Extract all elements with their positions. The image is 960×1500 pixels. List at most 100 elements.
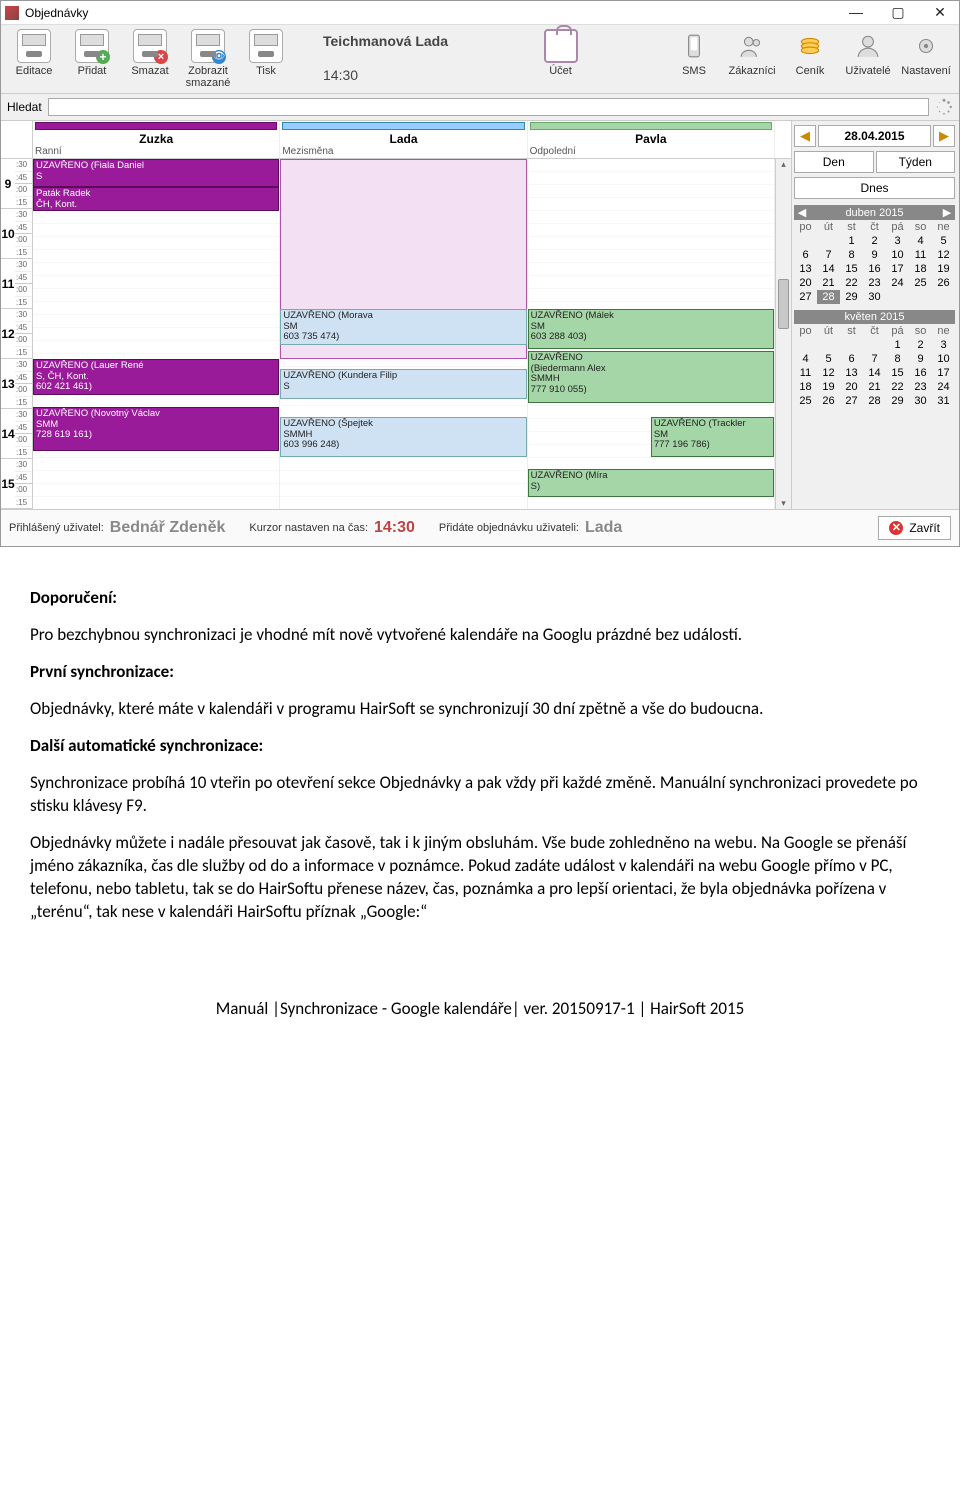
- calendar-column[interactable]: UZAVŘENO (Fiala Daniel SPaták Radek ČH, …: [33, 159, 280, 509]
- calendar-day[interactable]: 30: [863, 290, 886, 304]
- calendar-day[interactable]: 27: [794, 290, 817, 304]
- calendar-day[interactable]: 13: [794, 262, 817, 276]
- calendar-day[interactable]: 21: [817, 276, 840, 290]
- calendar-day[interactable]: 28: [863, 394, 886, 408]
- appointment[interactable]: Paták Radek ČH, Kont.: [33, 187, 279, 211]
- close-button[interactable]: ✕ Zavřít: [878, 516, 951, 540]
- zobrazit-smazane-button[interactable]: 👁 Zobrazit smazané: [179, 27, 237, 93]
- calendar-day[interactable]: 1: [840, 234, 863, 248]
- calendar-day[interactable]: 26: [817, 394, 840, 408]
- calendar-day[interactable]: 14: [817, 262, 840, 276]
- calendar-day[interactable]: 2: [909, 338, 932, 352]
- scroll-up-icon[interactable]: ▴: [776, 159, 791, 170]
- sms-button[interactable]: SMS: [665, 27, 723, 93]
- search-input[interactable]: [48, 98, 929, 116]
- nastaveni-button[interactable]: Nastavení: [897, 27, 955, 93]
- calendar-day[interactable]: 12: [932, 248, 955, 262]
- calendar-day[interactable]: 5: [817, 352, 840, 366]
- calendar-day[interactable]: 9: [909, 352, 932, 366]
- calendar-day[interactable]: 11: [794, 366, 817, 380]
- zakaznici-button[interactable]: Zákazníci: [723, 27, 781, 93]
- calendar-day[interactable]: 20: [794, 276, 817, 290]
- calendar-day[interactable]: 1: [886, 338, 909, 352]
- calendar-day[interactable]: 15: [840, 262, 863, 276]
- calendar-day[interactable]: 3: [932, 338, 955, 352]
- calendar-day[interactable]: 4: [909, 234, 932, 248]
- appointment[interactable]: UZAVŘENO (Novotný Václav SMM 728 619 161…: [33, 407, 279, 451]
- calendar-day[interactable]: 5: [932, 234, 955, 248]
- appointment[interactable]: UZAVŘENO (Morava SM 603 735 474): [280, 309, 526, 345]
- calendar-day[interactable]: 10: [932, 352, 955, 366]
- minimize-button[interactable]: —: [841, 4, 871, 21]
- calendar-column[interactable]: UZAVŘENO (Málek SM 603 288 403)UZAVŘENO …: [528, 159, 775, 509]
- prev-day-button[interactable]: ◀: [794, 125, 816, 147]
- ucet-button[interactable]: Účet: [532, 27, 590, 93]
- calendar-day[interactable]: 25: [794, 394, 817, 408]
- calendar-column[interactable]: UZAVŘENO (Morava SM 603 735 474) UZAVŘENO…: [280, 159, 527, 509]
- calendar-day[interactable]: 31: [932, 394, 955, 408]
- calendar-day[interactable]: 30: [909, 394, 932, 408]
- appointment[interactable]: UZAVŘENO (Málek SM 603 288 403): [528, 309, 774, 349]
- calendar-day[interactable]: 15: [886, 366, 909, 380]
- calendar-day[interactable]: 17: [886, 262, 909, 276]
- scroll-thumb[interactable]: [778, 279, 789, 329]
- appointment[interactable]: UZAVŘENO (Biedermann Alex SMMH 777 910 0…: [528, 351, 774, 403]
- today-button[interactable]: Dnes: [794, 177, 955, 199]
- appointment[interactable]: UZAVŘENO (Kundera Filip S: [280, 369, 526, 399]
- calendar-day[interactable]: 13: [840, 366, 863, 380]
- calendar-body[interactable]: 9 :30 :45 :00 :15 10 :30 :45 :00 :15 11 …: [1, 159, 791, 509]
- calendar-day[interactable]: 22: [886, 380, 909, 394]
- appointment[interactable]: UZAVŘENO (Lauer René S, ČH, Kont. 602 42…: [33, 359, 279, 395]
- calendar-day[interactable]: 29: [886, 394, 909, 408]
- calendar-day[interactable]: 4: [794, 352, 817, 366]
- calendar-day[interactable]: 19: [932, 262, 955, 276]
- calendar-day[interactable]: 25: [909, 276, 932, 290]
- calendar-day[interactable]: 27: [840, 394, 863, 408]
- calendar-day[interactable]: 26: [932, 276, 955, 290]
- calendar-column-header[interactable]: Lada Mezisměna: [280, 121, 527, 158]
- calendar-columns[interactable]: UZAVŘENO (Fiala Daniel SPaták Radek ČH, …: [33, 159, 775, 509]
- prev-month-icon[interactable]: ◀: [794, 206, 810, 219]
- current-date[interactable]: 28.04.2015: [818, 125, 931, 147]
- calendar-column-header[interactable]: Zuzka Ranní: [33, 121, 280, 158]
- calendar-day[interactable]: 11: [909, 248, 932, 262]
- next-day-button[interactable]: ▶: [933, 125, 955, 147]
- calendar-day[interactable]: 19: [817, 380, 840, 394]
- calendar-day[interactable]: 12: [817, 366, 840, 380]
- calendar-day[interactable]: 16: [863, 262, 886, 276]
- smazat-button[interactable]: × Smazat: [121, 27, 179, 93]
- calendar-day[interactable]: 17: [932, 366, 955, 380]
- pridat-button[interactable]: + Přidat: [63, 27, 121, 93]
- close-window-button[interactable]: ✕: [925, 4, 955, 21]
- calendar-day[interactable]: 20: [840, 380, 863, 394]
- calendar-day[interactable]: 23: [909, 380, 932, 394]
- calendar-day[interactable]: 21: [863, 380, 886, 394]
- calendar-day[interactable]: 8: [840, 248, 863, 262]
- calendar-day[interactable]: 9: [863, 248, 886, 262]
- calendar-day[interactable]: 24: [886, 276, 909, 290]
- calendar-day[interactable]: 7: [817, 248, 840, 262]
- scrollbar-vertical[interactable]: ▴ ▾: [775, 159, 791, 509]
- maximize-button[interactable]: ▢: [883, 4, 913, 21]
- calendar-day[interactable]: 29: [840, 290, 863, 304]
- calendar-day[interactable]: 6: [794, 248, 817, 262]
- calendar-day[interactable]: 23: [863, 276, 886, 290]
- calendar-column-header[interactable]: Pavla Odpolední: [528, 121, 775, 158]
- appointment[interactable]: UZAVŘENO (Míra S): [528, 469, 774, 497]
- view-week-button[interactable]: Týden: [876, 151, 956, 173]
- scroll-down-icon[interactable]: ▾: [776, 498, 791, 509]
- next-month-icon[interactable]: ▶: [939, 206, 955, 219]
- calendar-day[interactable]: 3: [886, 234, 909, 248]
- calendar-day[interactable]: 18: [909, 262, 932, 276]
- calendar-day[interactable]: 10: [886, 248, 909, 262]
- calendar-day[interactable]: 14: [863, 366, 886, 380]
- calendar-day[interactable]: 8: [886, 352, 909, 366]
- calendar-day[interactable]: 18: [794, 380, 817, 394]
- appointment[interactable]: UZAVŘENO (Fiala Daniel S: [33, 159, 279, 187]
- calendar-day[interactable]: 22: [840, 276, 863, 290]
- appointment[interactable]: UZAVŘENO (Trackler SM 777 196 786): [651, 417, 774, 457]
- calendar-day[interactable]: 2: [863, 234, 886, 248]
- calendar-day[interactable]: 28: [817, 290, 840, 304]
- uzivatele-button[interactable]: Uživatelé: [839, 27, 897, 93]
- view-day-button[interactable]: Den: [794, 151, 874, 173]
